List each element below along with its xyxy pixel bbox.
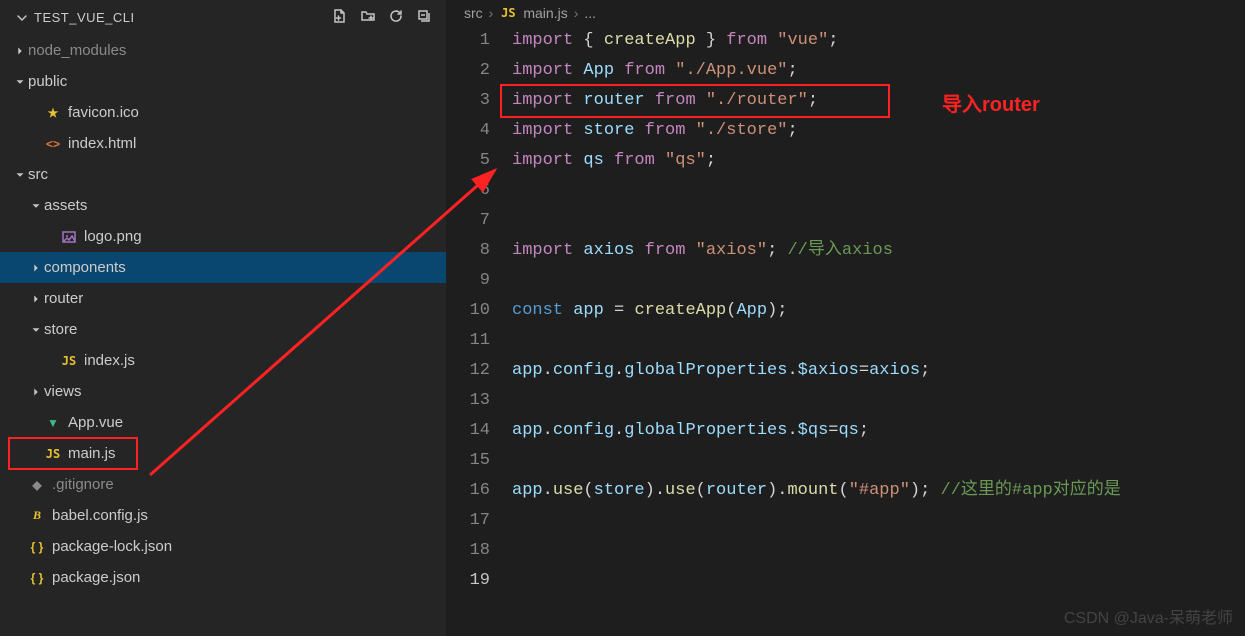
tree-item-label: components <box>44 259 126 276</box>
collapse-all-icon[interactable] <box>416 8 432 27</box>
tree-item[interactable]: assets <box>0 190 446 221</box>
tree-item[interactable]: ★ favicon.ico <box>0 97 446 128</box>
chevron-down-icon[interactable] <box>28 322 44 338</box>
tree-item-label: babel.config.js <box>52 507 148 524</box>
chevron-right-icon[interactable] <box>28 384 44 400</box>
refresh-icon[interactable] <box>388 8 404 27</box>
tree-item[interactable]: JS index.js <box>0 345 446 376</box>
chevron-down-icon[interactable] <box>28 198 44 214</box>
chevron-right-icon[interactable] <box>28 260 44 276</box>
js-icon: JS <box>499 4 517 22</box>
code-line[interactable] <box>512 326 1245 356</box>
code-line[interactable]: app.config.globalProperties.$qs=qs; <box>512 416 1245 446</box>
tree-item-label: router <box>44 290 83 307</box>
code-line[interactable] <box>512 266 1245 296</box>
code-editor[interactable]: 12345678910111213141516171819 import { c… <box>446 26 1245 636</box>
tree-item[interactable]: router <box>0 283 446 314</box>
tree-item[interactable]: JS main.js <box>0 438 446 469</box>
tree-item-label: assets <box>44 197 87 214</box>
file-tree[interactable]: node_modulespublic ★ favicon.ico <> index.ht… <box>0 35 446 636</box>
tree-item[interactable]: Bbabel.config.js <box>0 500 446 531</box>
vue-icon: ▼ <box>44 414 62 432</box>
breadcrumb-part[interactable]: ... <box>584 5 596 21</box>
code-line[interactable]: import { createApp } from "vue"; <box>512 26 1245 56</box>
breadcrumb-part[interactable]: src <box>464 5 483 21</box>
code-content[interactable]: import { createApp } from "vue";import A… <box>512 26 1245 636</box>
new-file-icon[interactable] <box>332 8 348 27</box>
code-line[interactable]: import router from "./router"; <box>512 86 1245 116</box>
code-line[interactable] <box>512 176 1245 206</box>
project-title: TEST_VUE_CLI <box>34 10 135 25</box>
code-line[interactable]: const app = createApp(App); <box>512 296 1245 326</box>
code-line[interactable] <box>512 506 1245 536</box>
code-line[interactable]: import axios from "axios"; //导入axios <box>512 236 1245 266</box>
tree-item-label: views <box>44 383 82 400</box>
tree-item[interactable]: <> index.html <box>0 128 446 159</box>
chevron-down-icon[interactable] <box>12 167 28 183</box>
tree-item-label: store <box>44 321 77 338</box>
json-icon: { } <box>28 569 46 587</box>
chevron-right-icon: › <box>489 5 494 21</box>
json-icon: { } <box>28 538 46 556</box>
tree-item[interactable]: public <box>0 66 446 97</box>
code-line[interactable]: import qs from "qs"; <box>512 146 1245 176</box>
tree-item-label: main.js <box>68 445 116 462</box>
code-line[interactable]: app.config.globalProperties.$axios=axios… <box>512 356 1245 386</box>
chevron-down-icon[interactable] <box>12 74 28 90</box>
tree-item[interactable]: { } package-lock.json <box>0 531 446 562</box>
html-icon: <> <box>44 135 62 153</box>
explorer-header: TEST_VUE_CLI <box>0 0 446 35</box>
explorer-sidebar: TEST_VUE_CLI node_modulespublic ★ favicon.… <box>0 0 446 636</box>
js-icon: JS <box>60 352 78 370</box>
tree-item[interactable]: { } package.json <box>0 562 446 593</box>
tree-item[interactable]: logo.png <box>0 221 446 252</box>
tree-item-label: package-lock.json <box>52 538 172 555</box>
code-line[interactable] <box>512 566 1245 596</box>
tree-item[interactable]: ▼ App.vue <box>0 407 446 438</box>
tree-item[interactable]: store <box>0 314 446 345</box>
tree-item-label: .gitignore <box>52 476 114 493</box>
chevron-right-icon[interactable] <box>28 291 44 307</box>
code-line[interactable] <box>512 386 1245 416</box>
chevron-down-icon[interactable] <box>14 10 30 26</box>
code-line[interactable]: import App from "./App.vue"; <box>512 56 1245 86</box>
tree-item-label: logo.png <box>84 228 142 245</box>
tree-item[interactable]: node_modules <box>0 35 446 66</box>
chevron-right-icon[interactable] <box>12 43 28 59</box>
star-icon: ★ <box>44 104 62 122</box>
breadcrumb[interactable]: src › JS main.js › ... <box>446 0 1245 26</box>
code-line[interactable] <box>512 446 1245 476</box>
code-line[interactable]: app.use(store).use(router).mount("#app")… <box>512 476 1245 506</box>
tree-item-label: public <box>28 73 67 90</box>
annotation-text: 导入router <box>942 88 1040 117</box>
tree-item-label: App.vue <box>68 414 123 431</box>
breadcrumb-part[interactable]: main.js <box>523 5 567 21</box>
code-line[interactable] <box>512 206 1245 236</box>
tree-item-label: favicon.ico <box>68 104 139 121</box>
chevron-right-icon: › <box>574 5 579 21</box>
git-icon: ◆ <box>28 476 46 494</box>
editor-area: src › JS main.js › ... 12345678910111213… <box>446 0 1245 636</box>
code-line[interactable] <box>512 536 1245 566</box>
tree-item[interactable]: src <box>0 159 446 190</box>
js-icon: JS <box>44 445 62 463</box>
code-line[interactable]: import store from "./store"; <box>512 116 1245 146</box>
tree-item[interactable]: views <box>0 376 446 407</box>
line-number-gutter: 12345678910111213141516171819 <box>446 26 512 636</box>
tree-item-label: src <box>28 166 48 183</box>
tree-item-label: index.html <box>68 135 136 152</box>
tree-item[interactable]: ◆ .gitignore <box>0 469 446 500</box>
image-icon <box>60 228 78 246</box>
tree-item-label: index.js <box>84 352 135 369</box>
babel-icon: B <box>28 507 46 525</box>
new-folder-icon[interactable] <box>360 8 376 27</box>
tree-item-label: node_modules <box>28 42 126 59</box>
tree-item[interactable]: components <box>0 252 446 283</box>
tree-item-label: package.json <box>52 569 140 586</box>
